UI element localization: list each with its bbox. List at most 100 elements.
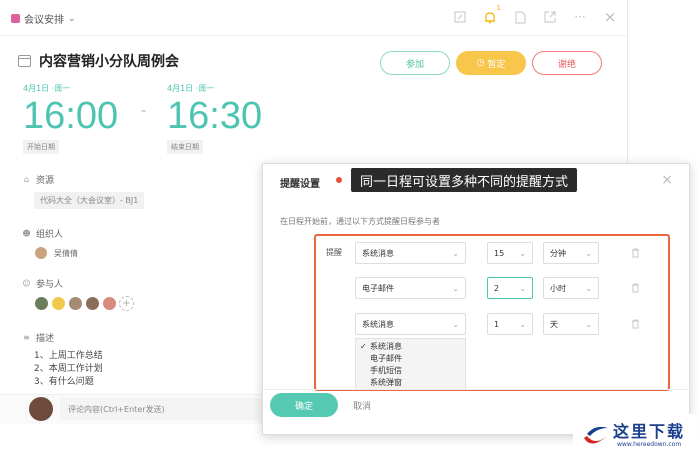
- resource-chip[interactable]: 代码大全（大会议室）- BJ1: [34, 192, 145, 209]
- calendar-selector[interactable]: 会议安排 ⌄: [11, 11, 76, 26]
- divider: [263, 389, 691, 390]
- dropdown-option[interactable]: 系统弹窗: [360, 377, 461, 389]
- chevron-down-icon: ⌄: [585, 248, 592, 258]
- annotation-dot: [336, 177, 342, 183]
- method-select[interactable]: 系统消息 ⌄: [355, 242, 466, 264]
- description-line: 3、有什么问题: [34, 377, 94, 387]
- end-date: 4月1日 ·周一: [167, 84, 215, 93]
- method-value: 系统消息: [362, 248, 394, 258]
- comment-input[interactable]: 评论内容(Ctrl+Enter发送): [60, 398, 262, 420]
- event-title: 内容营销小分队周例会: [39, 54, 179, 70]
- dropdown-option[interactable]: 电子邮件: [360, 353, 461, 365]
- chevron-down-icon: ⌄: [452, 283, 459, 293]
- unit-value: 天: [550, 319, 558, 329]
- trash-icon[interactable]: [631, 319, 641, 330]
- end-datetime[interactable]: 4月1日 ·周一 16:30 结束日期: [167, 83, 262, 154]
- amount-value: 1: [494, 319, 500, 329]
- description-line: 2、本周工作计划: [34, 364, 103, 374]
- dialog-description: 在日程开始前，通过以下方式提醒日程参与者: [280, 217, 440, 226]
- amount-select[interactable]: 15 ⌄: [487, 242, 533, 264]
- home-icon: ⌂: [23, 175, 30, 184]
- end-label: 结束日期: [167, 140, 203, 154]
- resource-heading: 资源: [36, 176, 55, 186]
- watermark-url: www.hereedown.com: [617, 441, 682, 448]
- amount-select[interactable]: 2 ⌄: [487, 277, 533, 299]
- toolbar-icons: 1 ··· ×: [452, 4, 618, 26]
- chevron-down-icon: ⌄: [68, 13, 76, 24]
- close-icon[interactable]: ×: [661, 172, 673, 188]
- dropdown-option[interactable]: ✓ 系统消息: [360, 341, 461, 353]
- open-external-icon[interactable]: [542, 9, 558, 25]
- avatar[interactable]: [102, 296, 117, 311]
- organizer-name: 吴倩倩: [54, 248, 78, 258]
- start-time: 16:00: [23, 95, 119, 137]
- start-date: 4月1日 ·周一: [23, 84, 71, 93]
- amount-value: 2: [494, 283, 500, 293]
- trash-icon[interactable]: [631, 248, 641, 259]
- chevron-down-icon: ⌄: [585, 283, 592, 293]
- description-body: 1、上周工作总结 2、本周工作计划 3、有什么问题: [34, 350, 103, 389]
- watermark-logo: 这里下载 www.hereedown.com: [573, 414, 699, 455]
- person-icon: ☻: [22, 229, 31, 238]
- description-heading: 描述: [36, 334, 55, 344]
- confirm-button[interactable]: 确定: [270, 393, 338, 417]
- avatar[interactable]: [68, 296, 83, 311]
- calendar-icon: [18, 55, 31, 67]
- edit-icon[interactable]: [452, 9, 468, 25]
- unit-select[interactable]: 小时 ⌄: [543, 277, 599, 299]
- method-select[interactable]: 系统消息 ⌄: [355, 313, 466, 335]
- document-icon[interactable]: [512, 9, 528, 25]
- method-value: 电子邮件: [362, 283, 394, 293]
- tentative-button-label: 暂定: [487, 59, 506, 70]
- cancel-button[interactable]: 取消: [353, 399, 371, 412]
- bell-badge: 1: [496, 4, 501, 12]
- start-datetime[interactable]: 4月1日 ·周一 16:00 开始日期: [23, 83, 118, 154]
- calendar-color-dot: [11, 14, 20, 23]
- join-button-label: 参加: [405, 59, 424, 70]
- clock-icon: ◷: [476, 58, 485, 68]
- watermark-text: 这里下载: [613, 422, 686, 441]
- method-value: 系统消息: [362, 319, 394, 329]
- avatar[interactable]: [34, 296, 49, 311]
- method-select[interactable]: 电子邮件 ⌄: [355, 277, 466, 299]
- remind-label: 提醒: [326, 248, 342, 257]
- avatar[interactable]: [51, 296, 66, 311]
- chevron-down-icon: ⌄: [452, 319, 459, 329]
- unit-select[interactable]: 分钟 ⌄: [543, 242, 599, 264]
- list-icon: ≡: [23, 333, 30, 342]
- attendees-section: ☺ 参与人 +: [22, 277, 134, 311]
- decline-button[interactable]: 谢绝: [532, 51, 602, 75]
- dropdown-option[interactable]: 手机短信: [360, 365, 461, 377]
- unit-select[interactable]: 天 ⌄: [543, 313, 599, 335]
- method-dropdown-menu: ✓ 系统消息 电子邮件 手机短信 系统弹窗: [355, 338, 466, 390]
- unit-value: 分钟: [550, 248, 566, 258]
- option-label: 手机短信: [370, 366, 402, 375]
- event-title-row: 内容营销小分队周例会: [18, 51, 179, 71]
- amount-select[interactable]: 1 ⌄: [487, 313, 533, 335]
- end-time: 16:30: [167, 95, 263, 137]
- option-label: 电子邮件: [370, 354, 402, 363]
- reminder-dialog: 提醒设置 同一日程可设置多种不同的提醒方式 × 在日程开始前，通过以下方式提醒日…: [262, 163, 691, 435]
- option-label: 系统消息: [370, 342, 402, 351]
- top-bar: 会议安排 ⌄ 1 ··· ×: [0, 0, 628, 36]
- people-icon: ☺: [22, 279, 31, 288]
- resource-section: ⌂ 资源 代码大全（大会议室）- BJ1: [22, 173, 145, 209]
- check-icon: ✓: [360, 342, 367, 351]
- organizer-heading: 组织人: [36, 230, 64, 240]
- more-icon[interactable]: ···: [572, 9, 588, 25]
- bell-icon[interactable]: 1: [482, 4, 501, 25]
- swoosh-icon: [584, 426, 608, 444]
- tentative-button[interactable]: ◷ 暂定: [456, 51, 526, 75]
- close-icon[interactable]: ×: [602, 8, 618, 26]
- chevron-down-icon: ⌄: [452, 248, 459, 258]
- time-separator: -: [141, 103, 147, 119]
- amount-value: 15: [494, 248, 505, 258]
- chevron-down-icon: ⌄: [519, 319, 526, 329]
- organizer-avatar[interactable]: [34, 246, 48, 260]
- join-button[interactable]: 参加: [380, 51, 450, 75]
- add-attendee-icon[interactable]: +: [119, 296, 134, 311]
- option-label: 系统弹窗: [370, 378, 402, 387]
- avatar[interactable]: [85, 296, 100, 311]
- trash-icon[interactable]: [631, 283, 641, 294]
- dialog-title: 提醒设置: [280, 179, 320, 190]
